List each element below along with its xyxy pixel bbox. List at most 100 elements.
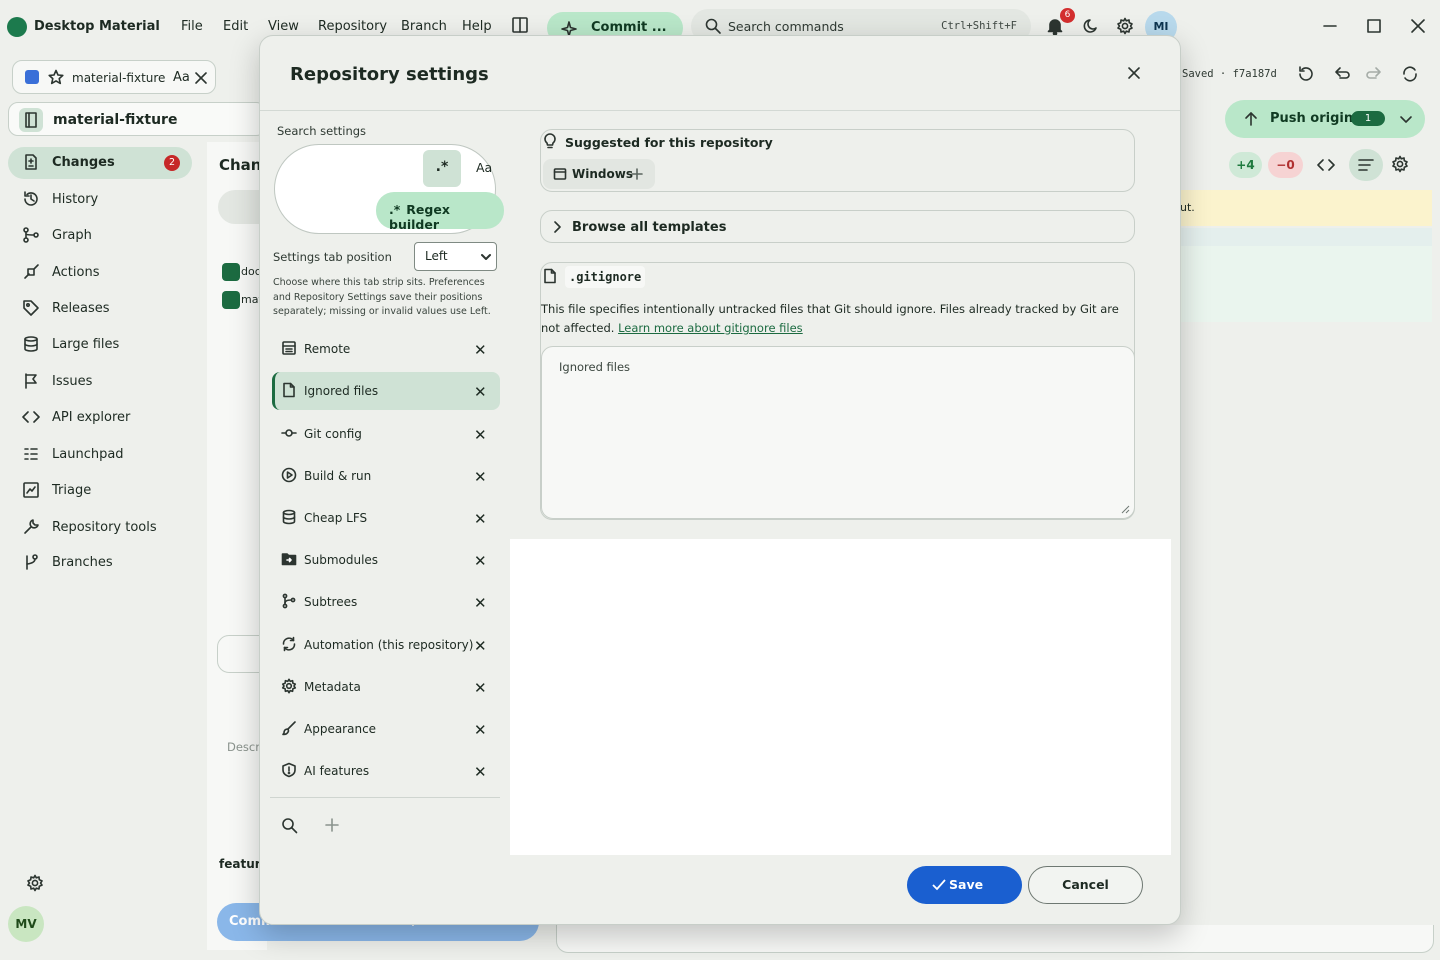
minimize-icon[interactable] — [1321, 17, 1339, 35]
settings-item-submodules[interactable]: Submodules ✕ — [272, 541, 500, 579]
history-restore-icon[interactable] — [1297, 65, 1315, 83]
changes-icon — [25, 154, 37, 170]
settings-item-ai-features[interactable]: AI features ✕ — [272, 752, 500, 790]
sidebar-item-actions[interactable]: Actions — [8, 257, 192, 289]
menu-repository[interactable]: Repository — [318, 19, 387, 34]
remove-item-icon[interactable]: ✕ — [474, 679, 487, 697]
sidebar-item-large-files[interactable]: Large files — [8, 329, 192, 361]
settings-gear-icon[interactable] — [26, 874, 44, 892]
remove-item-icon[interactable]: ✕ — [474, 594, 487, 612]
tab-position-select[interactable]: Left — [414, 242, 497, 271]
match-case-toggle[interactable]: Aa — [476, 160, 492, 175]
remove-item-icon[interactable]: ✕ — [474, 637, 487, 655]
settings-item-subtrees[interactable]: Subtrees ✕ — [272, 583, 500, 621]
command-search-placeholder: Search commands — [728, 19, 844, 34]
sidebar-item-history[interactable]: History — [8, 184, 192, 216]
sidebar-item-changes[interactable]: Changes 2 — [8, 147, 192, 179]
sidebar-item-label: API explorer — [52, 410, 131, 425]
dialog-close-icon[interactable] — [1126, 65, 1142, 81]
repo-tab[interactable]: material-fixture Aa — [12, 60, 216, 94]
maximize-icon[interactable] — [1365, 17, 1383, 35]
tab-case-toggle[interactable]: Aa — [173, 70, 190, 85]
dialog-title: Repository settings — [290, 64, 489, 85]
menu-edit[interactable]: Edit — [223, 19, 248, 34]
menu-file[interactable]: File — [181, 19, 203, 34]
sidebar-item-issues[interactable]: Issues — [8, 366, 192, 398]
save-button[interactable]: Save — [907, 866, 1022, 904]
remove-item-icon[interactable]: ✕ — [474, 552, 487, 570]
settings-item-cheap-lfs[interactable]: Cheap LFS ✕ — [272, 499, 500, 537]
remove-item-icon[interactable]: ✕ — [474, 721, 487, 739]
regex-builder-symbol: .* — [389, 202, 401, 217]
settings-item-metadata[interactable]: Metadata ✕ — [272, 668, 500, 706]
sidebar-item-api-explorer[interactable]: API explorer — [8, 402, 192, 434]
template-chip-windows[interactable]: Windows — [543, 159, 655, 189]
sidebar-item-repository-tools[interactable]: Repository tools — [8, 512, 192, 544]
code-view-icon[interactable] — [1317, 156, 1335, 174]
history-icon — [24, 191, 38, 206]
regex-builder-button[interactable]: .* Regex builder — [376, 192, 504, 232]
push-origin-button[interactable]: Push origin 1 — [1225, 100, 1425, 138]
redo-icon[interactable] — [1366, 65, 1384, 83]
menu-view[interactable]: View — [268, 19, 299, 34]
diff-settings-icon[interactable] — [1391, 155, 1409, 173]
sidebar-item-graph[interactable]: Graph — [8, 220, 192, 252]
sidebar-item-releases[interactable]: Releases — [8, 293, 192, 325]
brush-icon — [282, 721, 296, 736]
branch-icon — [282, 593, 296, 609]
settings-item-git-config[interactable]: Git config ✕ — [272, 415, 500, 453]
undo-icon[interactable] — [1332, 65, 1350, 83]
check-icon — [932, 879, 946, 891]
sync-settings-icon[interactable] — [1401, 65, 1419, 83]
window-icon — [553, 168, 567, 180]
settings-item-label: Submodules — [304, 553, 379, 567]
sidebar-item-label: Branches — [52, 555, 113, 570]
tab-close-icon[interactable] — [193, 70, 209, 86]
gitignore-learn-more-link[interactable]: Learn more about gitignore files — [618, 321, 803, 335]
chevron-right-icon — [554, 221, 561, 233]
moon-icon[interactable] — [1082, 17, 1100, 35]
settings-item-build-run[interactable]: Build & run ✕ — [272, 457, 500, 495]
file-status-icon — [222, 263, 240, 281]
settings-item-label: Metadata — [304, 680, 361, 694]
regex-toggle-button[interactable]: .* — [423, 150, 461, 187]
settings-item-remote[interactable]: Remote ✕ — [272, 330, 500, 368]
search-settings-label: Search settings — [277, 124, 367, 138]
remove-item-icon[interactable]: ✕ — [474, 468, 487, 486]
settings-item-label: Cheap LFS — [304, 511, 368, 525]
wrap-lines-button[interactable] — [1349, 149, 1383, 181]
star-icon[interactable] — [48, 69, 64, 85]
close-window-icon[interactable] — [1409, 17, 1427, 35]
settings-item-ignored-files[interactable]: Ignored files ✕ — [272, 372, 500, 410]
menu-branch[interactable]: Branch — [401, 19, 447, 34]
account-avatar[interactable]: MV — [8, 906, 44, 942]
search-icon[interactable] — [281, 817, 298, 834]
sidebar-item-branches[interactable]: Branches — [8, 547, 192, 579]
settings-list-divider — [270, 797, 500, 798]
layout-toggle-icon[interactable] — [511, 16, 529, 34]
flag-icon — [25, 373, 37, 389]
git-commit-icon — [281, 429, 297, 437]
remove-item-icon[interactable]: ✕ — [474, 426, 487, 444]
sidebar-item-triage[interactable]: Triage — [8, 475, 192, 507]
save-label: Save — [949, 877, 984, 892]
settings-item-automation[interactable]: Automation (this repository) ✕ — [272, 626, 500, 664]
remove-item-icon[interactable]: ✕ — [474, 510, 487, 528]
repo-book-icon — [19, 108, 43, 132]
sidebar-item-label: Changes — [52, 155, 115, 170]
cancel-button[interactable]: Cancel — [1028, 866, 1143, 904]
settings-item-appearance[interactable]: Appearance ✕ — [272, 710, 500, 748]
sidebar-item-launchpad[interactable]: Launchpad — [8, 439, 192, 471]
gear-icon[interactable] — [1116, 17, 1134, 35]
menu-help[interactable]: Help — [462, 19, 492, 34]
remove-item-icon[interactable]: ✕ — [474, 383, 487, 401]
resize-handle-icon[interactable] — [1120, 504, 1130, 514]
template-chip-label: Windows — [572, 167, 633, 181]
remove-item-icon[interactable]: ✕ — [474, 763, 487, 781]
dialog-header-divider — [260, 110, 1180, 111]
repository-selector[interactable]: material-fixture — [8, 102, 266, 136]
ignored-files-textarea[interactable]: Ignored files — [541, 346, 1135, 519]
remove-item-icon[interactable]: ✕ — [474, 341, 487, 359]
browse-templates-row[interactable]: Browse all templates — [540, 210, 1135, 243]
add-tab-icon[interactable] — [324, 817, 340, 833]
